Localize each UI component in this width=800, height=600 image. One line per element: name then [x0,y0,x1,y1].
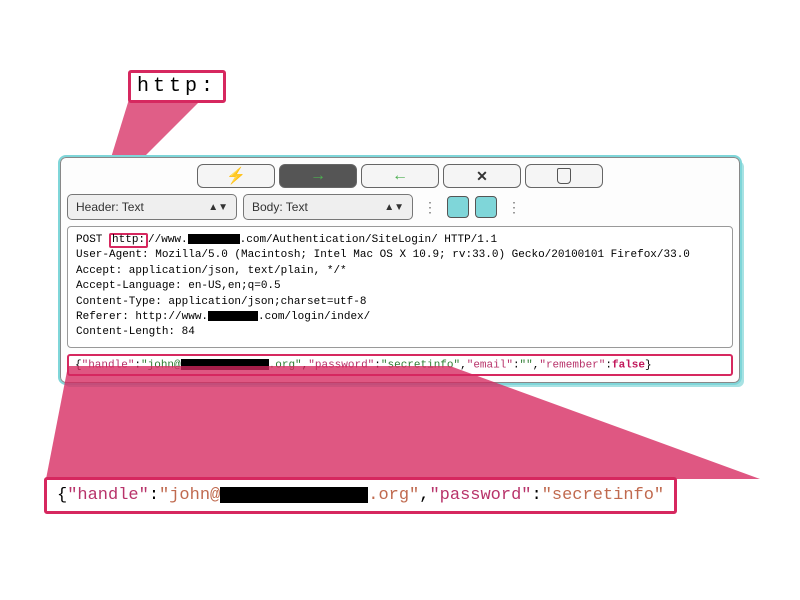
json-str: "" [520,359,533,371]
json-brace: { [75,359,82,371]
http-scheme-highlight: http: [109,233,148,248]
json-key: "email" [467,359,513,371]
json-key: "handle" [67,486,149,505]
request-method: POST [76,234,102,246]
arrow-left-icon: ← [392,167,408,185]
json-key: "handle" [82,359,135,371]
arrow-right-icon: → [310,167,326,185]
dots-separator-icon: ⋮ [503,199,525,216]
json-str: "secretinfo" [381,359,460,371]
toolbar: ⚡ → ← ✕ [67,164,733,188]
callout-http-text: http: [137,75,217,98]
json-key: "password" [308,359,374,371]
request-body-box: {"handle":"john@.org","password":"secret… [67,354,733,376]
json-false: false [612,359,645,371]
header-clen: Content-Length: 84 [76,326,195,338]
back-button[interactable]: ← [361,164,439,188]
header-format-select[interactable]: Header: Text ▲▼ [67,194,237,220]
header-accept-lang: Accept-Language: en-US,en;q=0.5 [76,280,281,292]
dots-separator-icon: ⋮ [419,199,441,216]
header-referer-post: .com/login/index/ [258,311,370,323]
body-format-select[interactable]: Body: Text ▲▼ [243,194,413,220]
redacted-domain [188,234,240,244]
close-icon: ✕ [476,168,488,185]
json-str: "secretinfo" [542,486,664,505]
select-label: Header: Text [76,200,144,214]
scroll-button[interactable] [525,164,603,188]
chevron-updown-icon: ▲▼ [384,202,404,213]
callout-http: http: [128,70,226,103]
redacted-domain [208,311,258,321]
url-post: .com/Authentication/SiteLogin/ HTTP/1.1 [240,234,497,246]
close-button[interactable]: ✕ [443,164,521,188]
json-str: .org" [269,359,302,371]
json-brace: { [57,486,67,505]
redacted-email-domain [220,487,368,503]
color-swatch-2[interactable] [475,196,497,218]
bolt-button[interactable]: ⚡ [197,164,275,188]
url-pre: //www. [148,234,188,246]
header-accept: Accept: application/json, text/plain, */… [76,265,347,277]
json-brace: } [645,359,652,371]
request-headers-box: POST http://www. .com/Authentication/Site… [67,226,733,348]
json-str: .org" [368,486,419,505]
color-swatch-1[interactable] [447,196,469,218]
redacted-email-domain [181,359,269,370]
json-str: "john@ [141,359,181,371]
callout-body: {"handle":"john@.org","password":"secret… [44,477,677,514]
chevron-updown-icon: ▲▼ [208,202,228,213]
json-key: "remember" [539,359,605,371]
bolt-icon: ⚡ [226,166,246,186]
scroll-icon [557,168,571,184]
header-ctype: Content-Type: application/json;charset=u… [76,296,366,308]
header-referer-pre: Referer: http://www. [76,311,208,323]
inspector-window: ⚡ → ← ✕ Header: Text ▲▼ Body: Text ▲▼ ⋮ … [60,157,740,383]
header-ua: User-Agent: Mozilla/5.0 (Macintosh; Inte… [76,249,690,261]
json-key: "password" [429,486,531,505]
forward-button[interactable]: → [279,164,357,188]
controls-row: Header: Text ▲▼ Body: Text ▲▼ ⋮ ⋮ [67,194,733,220]
json-str: "john@ [159,486,220,505]
select-label: Body: Text [252,200,308,214]
